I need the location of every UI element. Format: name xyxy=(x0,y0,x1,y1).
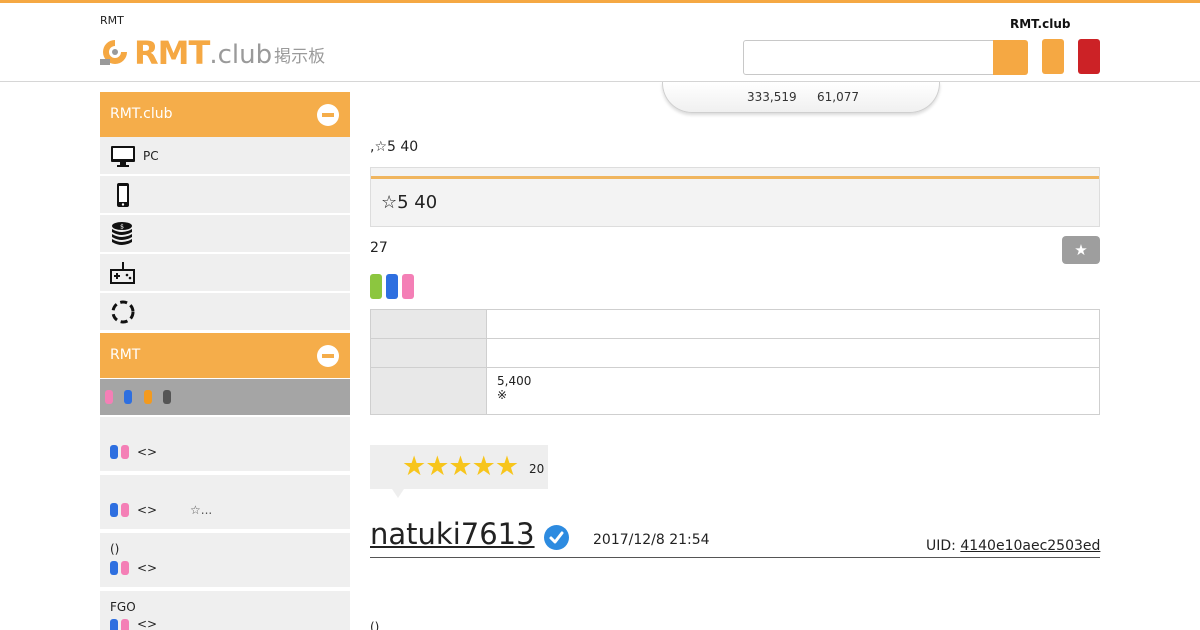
list-item[interactable]: () <> xyxy=(100,533,350,589)
game-controller-icon xyxy=(110,260,136,286)
collapse-icon[interactable] xyxy=(317,104,339,126)
table-value xyxy=(486,309,1100,339)
table-key xyxy=(370,367,487,415)
uid-label: UID: xyxy=(926,538,956,554)
thread-line2: <> xyxy=(137,561,158,575)
rating-count: 20 xyxy=(529,462,545,476)
breadcrumb: ,☆5 40 xyxy=(370,139,419,155)
tag-chip-pink xyxy=(121,445,129,459)
tag-chip-pink xyxy=(121,619,129,630)
star-icon: ★ xyxy=(1074,241,1088,259)
favorite-button[interactable]: ★ xyxy=(1062,236,1100,264)
info-table: 5,400 ※ xyxy=(370,309,1100,415)
thread-count: 27 xyxy=(370,240,388,256)
list-item[interactable]: FGO <> xyxy=(100,591,350,630)
post-username-link[interactable]: natuki7613 xyxy=(370,517,535,551)
thread-line2: <> xyxy=(137,617,158,630)
sidebar-item-console[interactable] xyxy=(100,254,350,292)
sidebar-item-currency[interactable]: $ xyxy=(100,215,350,253)
sidebar-item-label: PC xyxy=(143,149,159,163)
tag-chip-pink xyxy=(105,390,113,404)
site-tagline: RMT xyxy=(100,14,124,27)
tag-chip-blue xyxy=(110,619,118,630)
svg-text:$: $ xyxy=(120,224,124,231)
rating-stars: ★★★★★ xyxy=(402,451,519,482)
sidebar-section-title: RMT.club xyxy=(110,106,173,122)
post-divider xyxy=(370,557,1100,558)
post-uid: UID: 4140e10aec2503ed xyxy=(926,538,1100,554)
monitor-icon xyxy=(110,143,136,169)
thread-line2: <> xyxy=(137,445,158,459)
list-item[interactable]: <> ☆... xyxy=(100,475,350,531)
sidebar-section-title: RMT xyxy=(110,347,141,363)
logo-club-text: .club xyxy=(209,40,273,70)
tag-chip-blue xyxy=(110,503,118,517)
price-value: 5,400 xyxy=(497,374,532,388)
thread-line1: () xyxy=(110,542,120,556)
verified-badge-icon xyxy=(544,525,569,550)
logo-mark-icon xyxy=(100,37,130,67)
rating-box: ★★★★★ 20 xyxy=(370,445,548,498)
stats-value-1: 333,519 xyxy=(747,90,797,104)
collapse-icon[interactable] xyxy=(317,345,339,367)
sidebar-section-rmtclub[interactable]: RMT.club xyxy=(100,92,350,137)
dashed-circle-icon xyxy=(110,299,136,325)
logo-board-text: 掲示板 xyxy=(274,47,326,67)
search-button[interactable] xyxy=(993,40,1028,75)
search-input[interactable] xyxy=(743,40,995,75)
tag-chip-blue xyxy=(110,561,118,575)
stats-bubble: 333,519 61,077 xyxy=(662,82,940,113)
table-key xyxy=(370,309,487,339)
thread-title-box: ☆5 40 xyxy=(370,167,1100,227)
table-value: 5,400 ※ xyxy=(486,367,1100,415)
table-value xyxy=(486,338,1100,368)
tag-chip-blue xyxy=(386,274,398,299)
header-button-red[interactable] xyxy=(1078,39,1100,74)
table-row: 5,400 ※ xyxy=(370,367,1100,415)
uid-link[interactable]: 4140e10aec2503ed xyxy=(960,538,1100,554)
thread-line2: <> xyxy=(137,503,158,517)
site-logo[interactable]: RMT .club 掲示板 xyxy=(100,33,325,69)
tag-chip-pink xyxy=(121,503,129,517)
tag-chip-green xyxy=(370,274,382,299)
tag-chip-pink xyxy=(402,274,414,299)
page-title: ☆5 40 xyxy=(381,192,438,213)
post-date: 2017/12/8 21:54 xyxy=(593,532,710,548)
sidebar-section-rmt[interactable]: RMT xyxy=(100,333,350,378)
smartphone-icon xyxy=(110,182,136,208)
thread-line3: ☆... xyxy=(190,503,213,517)
tag-chip-blue xyxy=(124,390,132,404)
logo-rmt-text: RMT xyxy=(134,34,210,72)
header-button-orange[interactable] xyxy=(1042,39,1064,74)
thread-line1: FGO xyxy=(110,600,136,614)
site-header: RMT RMT .club 掲示板 RMT.club xyxy=(0,0,1200,82)
table-row xyxy=(370,309,1100,339)
sidebar-item-other[interactable] xyxy=(100,293,350,331)
price-note: ※ xyxy=(497,388,508,402)
sidebar-tag-bar xyxy=(100,379,350,415)
table-row xyxy=(370,338,1100,368)
tag-chip-pink xyxy=(121,561,129,575)
tag-chip-orange xyxy=(144,390,152,404)
list-item[interactable]: <> xyxy=(100,417,350,473)
tag-chip-gray xyxy=(163,390,171,404)
table-key xyxy=(370,338,487,368)
sidebar-item-smartphone[interactable] xyxy=(100,176,350,214)
post-body-start: () xyxy=(370,620,380,630)
coin-stack-icon: $ xyxy=(110,221,136,247)
stats-value-2: 61,077 xyxy=(817,90,859,104)
tag-chip-blue xyxy=(110,445,118,459)
sidebar-item-pc[interactable]: PC xyxy=(100,137,350,175)
site-name-right: RMT.club xyxy=(1010,17,1071,31)
sidebar: RMT.club PC $ RMT <> <> ☆... () <> FGO <… xyxy=(100,92,350,630)
